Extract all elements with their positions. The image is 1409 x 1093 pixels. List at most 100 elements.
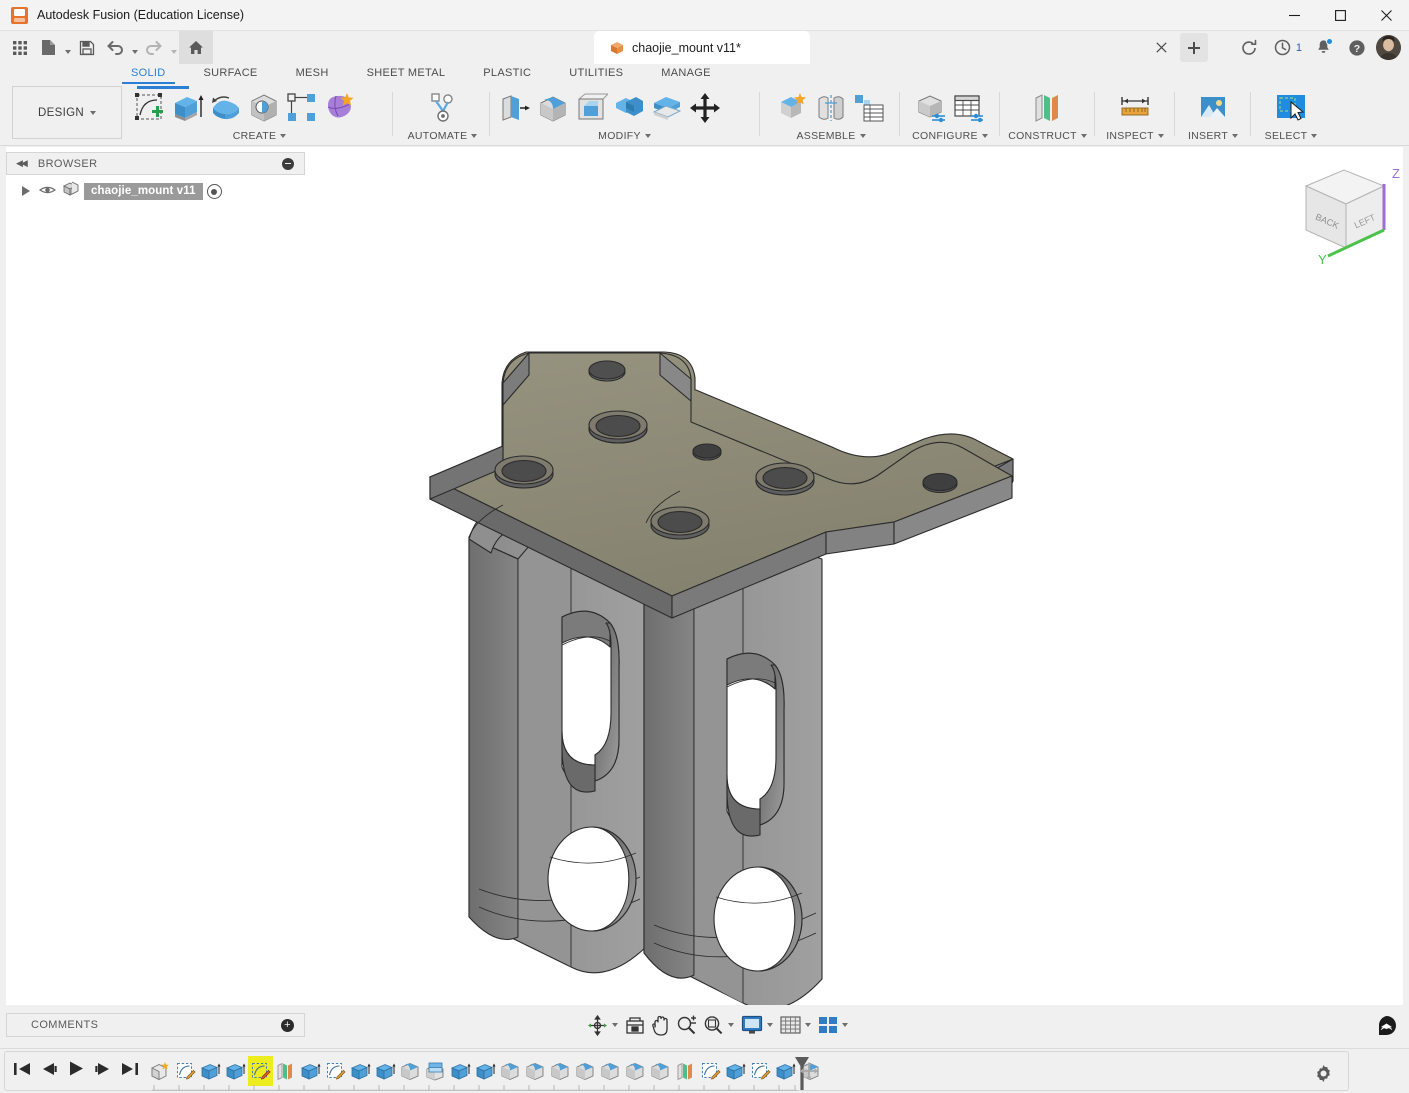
timeline-drag-handle[interactable] — [800, 1062, 818, 1080]
grid-snaps-dropdown[interactable] — [804, 1023, 815, 1027]
timeline-feature-fillet[interactable] — [548, 1056, 573, 1086]
undo-dropdown[interactable] — [129, 34, 140, 61]
timeline-rail[interactable] — [152, 1085, 797, 1091]
redo-dropdown[interactable] — [168, 34, 179, 61]
new-document-tab-button[interactable] — [1180, 33, 1208, 62]
timeline-feature-fillet[interactable] — [398, 1056, 423, 1086]
timeline-feature-extrude[interactable] — [473, 1056, 498, 1086]
ribbon-tab-mesh[interactable]: MESH — [296, 64, 329, 84]
timeline-feature-new-component[interactable] — [148, 1056, 173, 1086]
timeline-feature-sketch[interactable] — [173, 1056, 198, 1086]
undo-icon[interactable] — [101, 34, 129, 61]
comments-panel-header[interactable]: COMMENTS + — [6, 1013, 305, 1037]
new-component-icon[interactable] — [774, 88, 812, 128]
save-icon[interactable] — [73, 34, 101, 61]
app-grid-icon[interactable] — [6, 34, 34, 61]
timeline-feature-fillet[interactable] — [598, 1056, 623, 1086]
notifications-bell-icon[interactable] — [1307, 31, 1340, 64]
create-form-icon[interactable] — [321, 88, 359, 128]
zoom-magnifier-icon[interactable] — [673, 1011, 700, 1039]
timeline-feature-extrude[interactable] — [373, 1056, 398, 1086]
canvas-corner-badge-icon[interactable] — [1377, 1016, 1396, 1035]
timeline-feature-extrude[interactable] — [348, 1056, 373, 1086]
plus-circle-icon[interactable]: + — [281, 1018, 294, 1032]
view-cube[interactable]: BACK LEFT Z Y — [1292, 160, 1404, 268]
home-icon[interactable] — [179, 31, 213, 64]
extrude-icon[interactable] — [169, 88, 207, 128]
ribbon-panel-select-label[interactable]: SELECT — [1256, 130, 1326, 142]
grid-snaps-icon[interactable] — [777, 1011, 804, 1039]
timeline-feature-fillet[interactable] — [523, 1056, 548, 1086]
revolve-icon[interactable] — [207, 88, 245, 128]
ribbon-tab-surface[interactable]: SURFACE — [204, 64, 258, 84]
measure-ruler-icon[interactable] — [1116, 88, 1154, 128]
select-cursor-icon[interactable] — [1272, 88, 1310, 128]
workspace-selector[interactable]: DESIGN — [12, 86, 122, 139]
timeline-settings-gear-icon[interactable] — [1315, 1065, 1332, 1087]
configuration-table-icon[interactable] — [950, 88, 988, 128]
fillet-icon[interactable] — [534, 88, 572, 128]
display-settings-icon[interactable] — [738, 1011, 766, 1039]
timeline-feature-fillet[interactable] — [498, 1056, 523, 1086]
automate-icon[interactable] — [424, 88, 462, 128]
timeline-feature-extrude[interactable] — [723, 1056, 748, 1086]
timeline-feature-fillet[interactable] — [623, 1056, 648, 1086]
joint-icon[interactable] — [812, 88, 850, 128]
orbit-dropdown[interactable] — [611, 1023, 622, 1027]
press-pull-icon[interactable] — [496, 88, 534, 128]
ribbon-tab-manage[interactable]: MANAGE — [661, 64, 710, 84]
ribbon-panel-configure-label[interactable]: CONFIGURE — [905, 130, 995, 142]
step-back-icon[interactable] — [40, 1061, 58, 1082]
job-status-icon[interactable] — [1266, 31, 1299, 64]
ribbon-panel-create-label[interactable]: CREATE — [131, 130, 388, 142]
close-button[interactable] — [1363, 0, 1409, 31]
timeline-feature-fillet[interactable] — [648, 1056, 673, 1086]
ribbon-panel-insert-label[interactable]: INSERT — [1180, 130, 1246, 142]
go-to-start-icon[interactable] — [13, 1061, 31, 1082]
ribbon-tab-plastic[interactable]: PLASTIC — [483, 64, 531, 84]
document-tab-close-icon[interactable] — [1152, 38, 1171, 57]
ribbon-tab-utilities[interactable]: UTILITIES — [569, 64, 623, 84]
fit-view-icon[interactable] — [622, 1011, 648, 1039]
play-icon[interactable] — [67, 1060, 85, 1082]
shell-icon[interactable] — [572, 88, 610, 128]
timeline-feature-sketch-selected[interactable] — [248, 1056, 273, 1086]
go-to-end-icon[interactable] — [121, 1061, 139, 1082]
minus-circle-icon[interactable] — [282, 157, 294, 170]
zoom-window-dropdown[interactable] — [727, 1023, 738, 1027]
minimize-button[interactable] — [1271, 0, 1317, 31]
maximize-button[interactable] — [1317, 0, 1363, 31]
timeline-feature-extrude[interactable] — [223, 1056, 248, 1086]
new-file-icon[interactable] — [34, 34, 62, 61]
refresh-icon[interactable] — [1233, 31, 1266, 64]
ribbon-panel-construct-label[interactable]: CONSTRUCT — [1005, 130, 1090, 142]
timeline-feature-extrude[interactable] — [448, 1056, 473, 1086]
orbit-icon[interactable] — [584, 1011, 611, 1039]
ribbon-panel-inspect-label[interactable]: INSPECT — [1100, 130, 1170, 142]
offset-face-icon[interactable] — [648, 88, 686, 128]
timeline-feature-extrude[interactable] — [298, 1056, 323, 1086]
ribbon-panel-modify-label[interactable]: MODIFY — [496, 130, 753, 142]
insert-image-icon[interactable] — [1194, 88, 1232, 128]
collapse-left-icon[interactable]: ◀◀ — [16, 158, 28, 169]
combine-icon[interactable] — [610, 88, 648, 128]
document-tab[interactable]: chaojie_mount v11* — [594, 31, 810, 64]
eye-icon[interactable] — [38, 183, 57, 201]
timeline-feature-plane[interactable] — [273, 1056, 298, 1086]
component-activate-radio[interactable] — [206, 184, 222, 199]
step-forward-icon[interactable] — [94, 1061, 112, 1082]
ribbon-tab-sheet-metal[interactable]: SHEET METAL — [367, 64, 446, 84]
zoom-window-icon[interactable] — [700, 1011, 727, 1039]
redo-icon[interactable] — [140, 34, 168, 61]
timeline-feature-sketch[interactable] — [748, 1056, 773, 1086]
timeline-feature-fillet[interactable] — [573, 1056, 598, 1086]
user-avatar[interactable] — [1376, 35, 1401, 60]
display-settings-dropdown[interactable] — [766, 1023, 777, 1027]
construction-plane-icon[interactable] — [1029, 88, 1067, 128]
timeline-feature-sketch[interactable] — [698, 1056, 723, 1086]
pan-hand-icon[interactable] — [648, 1011, 673, 1039]
viewports-icon[interactable] — [815, 1011, 841, 1039]
timeline-feature-sketch[interactable] — [323, 1056, 348, 1086]
ribbon-panel-assemble-label[interactable]: ASSEMBLE — [766, 130, 896, 142]
help-icon[interactable]: ? — [1340, 31, 1373, 64]
